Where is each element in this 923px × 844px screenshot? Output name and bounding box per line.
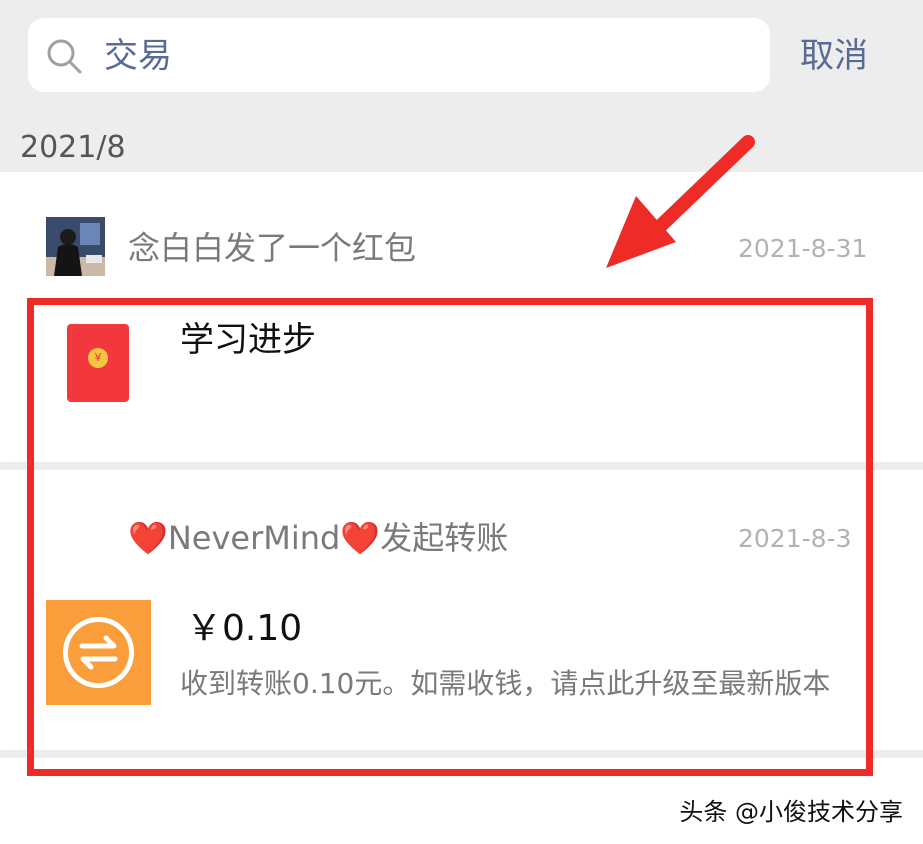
watermark: 头条 @小俊技术分享	[679, 798, 903, 826]
annotation-arrow-icon	[606, 135, 755, 268]
